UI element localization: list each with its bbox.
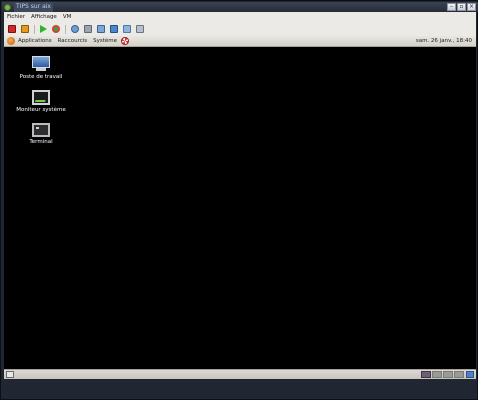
desktop-icon-computer[interactable]: Poste de travail [3,56,79,80]
help-lifebuoy-icon[interactable] [121,37,130,45]
minimize-button[interactable]: – [447,3,456,11]
pause-orange-icon[interactable] [21,25,29,33]
menu-vm[interactable]: VM [60,12,75,22]
toolbar [4,22,476,36]
snapshot-icon[interactable] [71,25,79,33]
top-panel: Applications Raccourcis Système sam. 26 … [4,36,476,47]
system-monitor-icon [32,90,50,105]
show-desktop-icon[interactable] [6,371,14,378]
play-green-icon[interactable] [40,25,47,33]
title-bar[interactable]: TIPS sur aix – ▫ × [2,2,478,12]
desktop-icon-terminal[interactable]: Terminal [3,123,79,145]
computer-icon [31,56,51,72]
workspace-4[interactable] [454,371,464,378]
workspace-2[interactable] [432,371,442,378]
guest-desktop[interactable]: Applications Raccourcis Système sam. 26 … [4,36,476,379]
terminal-icon [32,123,50,137]
workspace-1[interactable] [421,371,431,378]
fullscreen-icon[interactable] [110,25,118,33]
toolbar-separator [34,24,35,34]
clock[interactable]: sam. 26 janv., 18:40 [416,36,472,47]
quick-switch-icon[interactable] [123,25,131,33]
maximize-button[interactable]: ▫ [457,3,466,11]
bottom-panel [4,369,476,379]
desktop-icon-system-monitor[interactable]: Moniteur système [3,90,79,113]
menu-bar: Fichier Affichage VM [4,12,74,22]
workspace-switcher [421,371,474,378]
status-bar [4,379,476,399]
menu-fichier[interactable]: Fichier [4,12,28,22]
send-keys-icon[interactable] [136,25,144,33]
distribution-logo-icon [7,37,15,45]
workspace-3[interactable] [443,371,453,378]
menu-raccourcis[interactable]: Raccourcis [55,36,91,47]
vm-window: TIPS sur aix – ▫ × Fichier Affichage VM [0,0,478,400]
trash-icon[interactable] [466,371,474,378]
host-menu-area: Fichier Affichage VM [4,12,476,36]
window-title: TIPS sur aix [14,2,53,12]
menu-applications[interactable]: Applications [15,36,55,47]
desktop-icon-label: Moniteur système [16,107,66,113]
menu-affichage[interactable]: Affichage [28,12,60,22]
app-logo-icon [4,3,11,11]
desktop-icon-label: Poste de travail [19,74,63,80]
close-button[interactable]: × [467,3,476,11]
stop-red-icon[interactable] [8,25,16,33]
snapshot-manager-icon[interactable] [97,25,105,33]
revert-icon[interactable] [84,25,92,33]
reset-icon[interactable] [52,25,60,33]
desktop-icon-label: Terminal [29,139,53,145]
menu-systeme[interactable]: Système [90,36,120,47]
toolbar-separator [65,24,66,34]
